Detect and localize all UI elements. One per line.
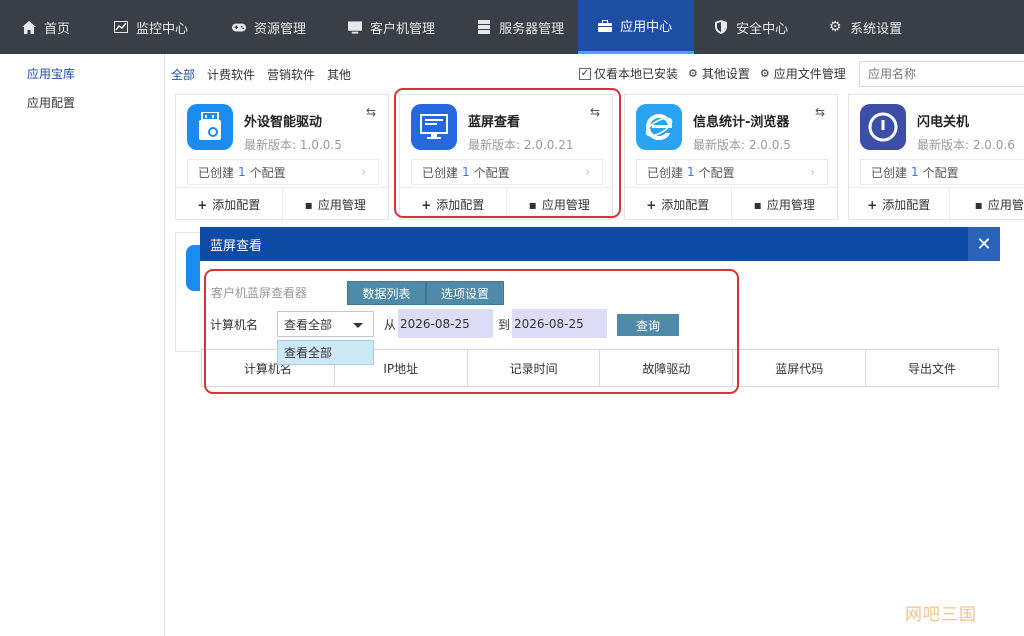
app-manage-button[interactable]: ▪ 应用管 bbox=[948, 188, 1024, 221]
filter-all[interactable]: 全部 bbox=[171, 66, 195, 83]
nav-label: 应用中心 bbox=[620, 20, 673, 35]
filter-billing[interactable]: 计费软件 bbox=[207, 66, 255, 83]
column-header[interactable]: 导出文件 bbox=[865, 350, 998, 386]
top-nav: 首页 监控中心 资源管理 客户机管理 服务器管理 应用中心 安全中心 ⚙ 系统设… bbox=[0, 0, 1024, 54]
server-icon bbox=[477, 20, 491, 34]
grid-icon: ▪ bbox=[974, 197, 983, 212]
nav-home[interactable]: 首页 bbox=[0, 0, 84, 54]
usb-drive-icon bbox=[187, 104, 233, 150]
app-name: 外设智能驱动 bbox=[244, 115, 323, 130]
grid-icon: ▪ bbox=[304, 197, 313, 212]
app-manage-button[interactable]: ▪ 应用管理 bbox=[281, 188, 389, 221]
chevron-right-icon: › bbox=[810, 165, 815, 179]
local-only-label: 仅看本地已安装 bbox=[594, 67, 679, 81]
other-settings-link[interactable]: ⚙ 其他设置 bbox=[688, 65, 750, 82]
app-card: 信息统计-浏览器 最新版本: 2.0.0.5 ⇆ 已创建 1 个配置 › + 添加配置 … bbox=[624, 94, 838, 221]
nav-server[interactable]: 服务器管理 bbox=[449, 0, 578, 54]
checkbox-checked-icon: ✓ bbox=[579, 67, 591, 80]
sidebar: 应用宝库 应用配置 bbox=[0, 54, 165, 636]
app-name: 闪电关机 bbox=[917, 115, 970, 130]
highlight-box bbox=[204, 269, 739, 394]
home-icon bbox=[22, 20, 36, 34]
app-name: 信息统计-浏览器 bbox=[693, 115, 790, 130]
modal-title-bar: 蓝屏查看 ✕ bbox=[200, 227, 1000, 261]
close-icon[interactable]: ✕ bbox=[968, 227, 1000, 261]
modal-title: 蓝屏查看 bbox=[210, 238, 263, 254]
config-count-row[interactable]: 已创建 1 个配置 › bbox=[636, 159, 828, 185]
nav-label: 监控中心 bbox=[136, 21, 189, 37]
ie-browser-icon bbox=[636, 104, 682, 150]
app-card: 外设智能驱动 最新版本: 1.0.0.5 ⇆ 已创建 1 个配置 › + 添加配置 ▪ 应… bbox=[175, 94, 389, 221]
nav-security[interactable]: 安全中心 bbox=[694, 0, 802, 54]
grid-icon: ▪ bbox=[753, 197, 762, 212]
watermark-logo: 网吧三国 bbox=[905, 605, 977, 625]
add-config-button[interactable]: + 添加配置 bbox=[176, 188, 282, 221]
toolbar: ✓ 仅看本地已安装 ⚙ 其他设置 ⚙ 应用文件管理 bbox=[579, 65, 846, 82]
add-config-button[interactable]: + 添加配置 bbox=[849, 188, 949, 221]
nav-label: 服务器管理 bbox=[499, 21, 565, 37]
power-icon bbox=[860, 104, 906, 150]
local-only-checkbox[interactable]: ✓ 仅看本地已安装 bbox=[579, 65, 678, 82]
nav-system-settings[interactable]: ⚙ 系统设置 bbox=[802, 0, 916, 54]
app-version: 最新版本: 1.0.0.5 bbox=[244, 138, 342, 152]
plus-icon: + bbox=[646, 197, 657, 212]
app-version: 最新版本: 2.0.0.6 bbox=[917, 138, 1015, 152]
app-file-mgmt-link[interactable]: ⚙ 应用文件管理 bbox=[760, 65, 846, 82]
sidebar-item-app-store[interactable]: 应用宝库 bbox=[27, 65, 75, 82]
gear-icon: ⚙ bbox=[828, 19, 842, 35]
nav-resource[interactable]: 资源管理 bbox=[202, 0, 320, 54]
config-count-row[interactable]: 已创建 1 个配置 › bbox=[187, 159, 379, 185]
gear-icon: ⚙ bbox=[759, 67, 770, 80]
nav-label: 系统设置 bbox=[850, 21, 903, 37]
category-filter: 全部 计费软件 营销软件 其他 bbox=[171, 66, 351, 83]
app-card: 闪电关机 最新版本: 2.0.0.6 已创建 1 个配置 + 添加配置 ▪ 应用管 bbox=[848, 94, 1024, 221]
app-manage-button[interactable]: ▪ 应用管理 bbox=[730, 188, 838, 221]
config-count-row[interactable]: 已创建 1 个配置 bbox=[860, 159, 1024, 185]
add-config-button[interactable]: + 添加配置 bbox=[625, 188, 731, 221]
monitor-chart-icon bbox=[114, 20, 129, 34]
nav-label: 安全中心 bbox=[736, 21, 789, 37]
nav-label: 资源管理 bbox=[254, 21, 307, 37]
other-settings-label: 其他设置 bbox=[701, 67, 750, 81]
column-header[interactable]: 蓝屏代码 bbox=[732, 350, 865, 386]
nav-label: 首页 bbox=[44, 21, 71, 37]
app-search-input[interactable] bbox=[859, 61, 1024, 87]
app-version: 最新版本: 2.0.0.5 bbox=[693, 138, 791, 152]
sliders-icon[interactable]: ⇆ bbox=[366, 105, 376, 119]
chevron-right-icon: › bbox=[361, 165, 366, 179]
gear-icon: ⚙ bbox=[688, 67, 698, 80]
gamepad-icon bbox=[232, 20, 247, 34]
nav-app-center[interactable]: 应用中心 bbox=[578, 0, 695, 54]
sidebar-item-app-config[interactable]: 应用配置 bbox=[27, 94, 75, 111]
briefcase-icon bbox=[598, 19, 613, 33]
plus-icon: + bbox=[867, 197, 878, 212]
filter-marketing[interactable]: 营销软件 bbox=[267, 66, 315, 83]
nav-label: 客户机管理 bbox=[370, 21, 436, 37]
dropdown-option[interactable]: 查看全部 bbox=[277, 340, 374, 365]
desktop-icon bbox=[348, 20, 363, 34]
nav-client[interactable]: 客户机管理 bbox=[320, 0, 449, 54]
highlight-box bbox=[394, 88, 621, 218]
nav-monitor[interactable]: 监控中心 bbox=[84, 0, 202, 54]
sliders-icon[interactable]: ⇆ bbox=[815, 105, 825, 119]
app-file-mgmt-label: 应用文件管理 bbox=[773, 67, 846, 81]
plus-icon: + bbox=[197, 197, 208, 212]
filter-other[interactable]: 其他 bbox=[327, 66, 351, 83]
shield-icon bbox=[714, 20, 728, 34]
